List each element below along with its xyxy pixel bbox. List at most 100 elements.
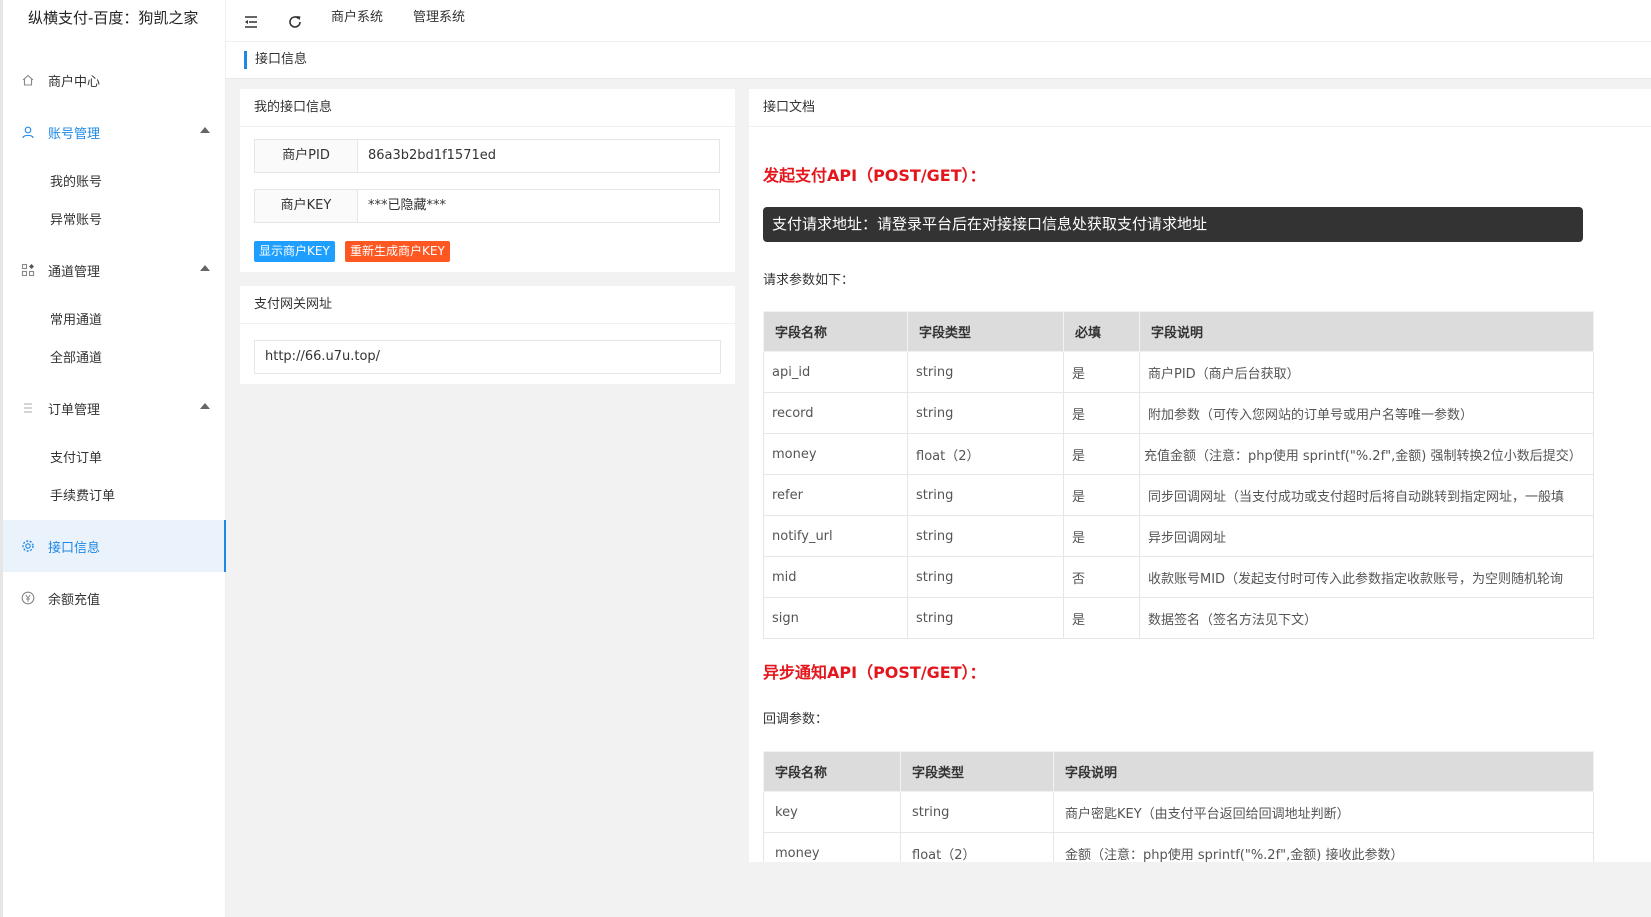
merchant-pid-input[interactable]: 86a3b2bd1f1571ed (358, 139, 720, 173)
table-cell: sign (763, 597, 908, 639)
list-icon (21, 401, 35, 415)
sidebar-item-api-info[interactable]: 接口信息 (3, 520, 226, 572)
yen-icon (21, 591, 35, 605)
table-cell: 数据签名（签名方法见下文） (1139, 597, 1594, 639)
sidebar-subitem-abnormal-account[interactable]: 异常账号 (3, 202, 226, 240)
table-cell: 是 (1063, 433, 1140, 475)
sidebar-subitem-payment-orders[interactable]: 支付订单 (3, 440, 226, 478)
table-cell: float（2） (907, 433, 1064, 475)
sidebar-subitem-common-channels[interactable]: 常用通道 (3, 302, 226, 340)
table-row: money float（2） 金额（注意：php使用 sprintf("%.2f… (763, 832, 1594, 862)
table-cell: 充值金额（注意：php使用 sprintf("%.2f",金额) 强制转换2位小… (1139, 433, 1594, 475)
sidebar-item-order-management[interactable]: 订单管理 (3, 382, 226, 434)
table-row: mid string 否 收款账号MID（发起支付时可传入此参数指定收款账号，为… (763, 556, 1594, 598)
show-key-button[interactable]: 显示商户KEY (254, 241, 335, 262)
table-cell: refer (763, 474, 908, 516)
table-cell: mid (763, 556, 908, 598)
column-header: 必填 (1063, 311, 1140, 352)
top-bar: 商户系统 管理系统 (226, 0, 1651, 42)
column-header: 字段说明 (1053, 751, 1594, 792)
sidebar-item-channel-management[interactable]: 通道管理 (3, 244, 226, 296)
sidebar-item-label: 余额充值 (48, 592, 101, 608)
table-row: notify_url string 是 异步回调网址 (763, 515, 1594, 557)
request-params-table: 字段名称 字段类型 必填 字段说明 api_id string 是 商户PID（… (763, 311, 1594, 639)
table-cell: money (763, 433, 908, 475)
regenerate-key-button[interactable]: 重新生成商户KEY (345, 241, 450, 262)
request-params-label: 请求参数如下： (763, 273, 855, 288)
card-title: 接口文档 (749, 89, 1651, 127)
tab-bar: 接口信息 (226, 42, 1651, 79)
caret-up-icon (200, 403, 210, 409)
tab-api-info[interactable]: 接口信息 (244, 51, 307, 69)
gear-icon (21, 539, 35, 553)
api-doc-card: 接口文档 发起支付API（POST/GET）： 支付请求地址：请登录平台后在对接… (749, 89, 1651, 862)
table-cell: 是 (1063, 392, 1140, 434)
table-cell: 是 (1063, 474, 1140, 516)
home-icon (21, 73, 35, 87)
my-api-info-card: 我的接口信息 商户PID 86a3b2bd1f1571ed 商户KEY ***已… (240, 89, 735, 272)
caret-up-icon (200, 127, 210, 133)
sidebar: 纵横支付-百度：狗凯之家 商户中心 账号管理 我的账号 异常账号 通道管理 常用… (0, 0, 226, 917)
card-title: 我的接口信息 (240, 89, 735, 127)
merchant-pid-field: 商户PID 86a3b2bd1f1571ed (254, 139, 720, 173)
table-cell: float（2） (900, 832, 1054, 862)
table-cell: string (907, 392, 1064, 434)
column-header: 字段说明 (1139, 311, 1594, 352)
sidebar-item-account-management[interactable]: 账号管理 (3, 106, 226, 158)
table-cell: record (763, 392, 908, 434)
sidebar-item-balance-recharge[interactable]: 余额充值 (3, 572, 226, 624)
table-cell: 否 (1063, 556, 1140, 598)
table-cell: money (763, 832, 901, 862)
sidebar-subitem-all-channels[interactable]: 全部通道 (3, 340, 226, 378)
merchant-key-input[interactable]: ***已隐藏*** (358, 189, 720, 223)
gateway-url-card: 支付网关网址 http://66.u7u.top/ (240, 286, 735, 384)
table-cell: 是 (1063, 597, 1140, 639)
table-cell: 金额（注意：php使用 sprintf("%.2f",金额) 接收此参数） (1053, 832, 1594, 862)
column-header: 字段名称 (763, 311, 908, 352)
table-cell: 收款账号MID（发起支付时可传入此参数指定收款账号，为空则随机轮询 (1139, 556, 1594, 598)
table-cell: 附加参数（可传入您网站的订单号或用户名等唯一参数） (1139, 392, 1594, 434)
table-cell: string (907, 515, 1064, 557)
user-icon (21, 125, 35, 139)
sidebar-item-label: 订单管理 (48, 402, 101, 418)
table-header-row: 字段名称 字段类型 字段说明 (763, 751, 1594, 792)
merchant-system-link[interactable]: 商户系统 (331, 0, 383, 36)
sidebar-item-label: 通道管理 (48, 264, 101, 280)
sidebar-subitem-fee-orders[interactable]: 手续费订单 (3, 478, 226, 516)
sidebar-item-label: 接口信息 (48, 540, 101, 556)
table-cell: notify_url (763, 515, 908, 557)
apps-icon (21, 263, 35, 277)
table-cell: key (763, 791, 901, 833)
refresh-icon[interactable] (287, 9, 303, 28)
sidebar-item-label: 账号管理 (48, 126, 101, 142)
column-header: 字段类型 (900, 751, 1054, 792)
table-cell: 商户密匙KEY（由支付平台返回给回调地址判断） (1053, 791, 1594, 833)
callback-params-label: 回调参数： (763, 712, 829, 727)
table-cell: 是 (1063, 351, 1140, 393)
table-cell: api_id (763, 351, 908, 393)
table-row: key string 商户密匙KEY（由支付平台返回给回调地址判断） (763, 791, 1594, 833)
page-footer-area (226, 862, 1651, 917)
caret-up-icon (200, 265, 210, 271)
card-title: 支付网关网址 (240, 286, 735, 324)
table-cell: string (907, 474, 1064, 516)
admin-system-link[interactable]: 管理系统 (413, 0, 465, 36)
table-cell: string (900, 791, 1054, 833)
table-row: record string 是 附加参数（可传入您网站的订单号或用户名等唯一参数… (763, 392, 1594, 434)
sidebar-item-label: 商户中心 (48, 74, 101, 90)
table-cell: 异步回调网址 (1139, 515, 1594, 557)
table-row: refer string 是 同步回调网址（当支付成功或支付超时后将自动跳转到指… (763, 474, 1594, 516)
sidebar-item-merchant-center[interactable]: 商户中心 (3, 54, 226, 106)
callback-params-table: 字段名称 字段类型 字段说明 key string 商户密匙KEY（由支付平台返… (763, 751, 1594, 862)
pay-api-title: 发起支付API（POST/GET）： (763, 166, 986, 185)
gateway-url-input[interactable]: http://66.u7u.top/ (254, 340, 721, 374)
table-row: money float（2） 是 充值金额（注意：php使用 sprintf("… (763, 433, 1594, 475)
field-label: 商户PID (254, 139, 358, 173)
merchant-key-field: 商户KEY ***已隐藏*** (254, 189, 720, 223)
column-header: 字段名称 (763, 751, 901, 792)
menu-fold-icon[interactable] (243, 9, 259, 28)
app-title: 纵横支付-百度：狗凯之家 (28, 9, 199, 27)
table-cell: 同步回调网址（当支付成功或支付超时后将自动跳转到指定网址，一般填 (1139, 474, 1594, 516)
sidebar-subitem-my-account[interactable]: 我的账号 (3, 164, 226, 202)
table-header-row: 字段名称 字段类型 必填 字段说明 (763, 311, 1594, 352)
